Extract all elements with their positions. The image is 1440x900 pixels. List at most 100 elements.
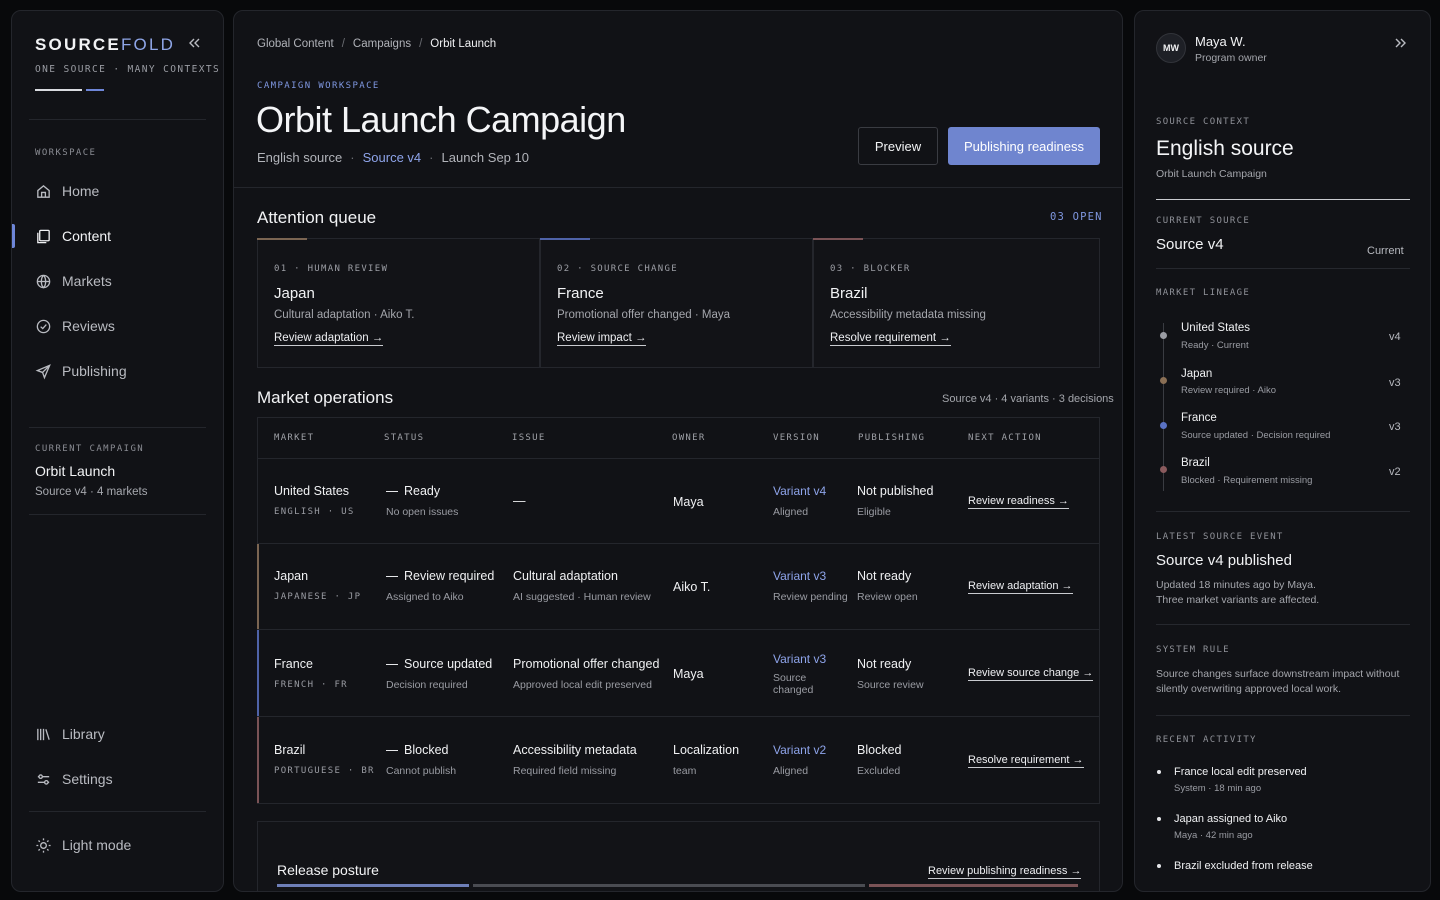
lineage-market[interactable]: France — [1181, 412, 1217, 424]
publishing-detail: Source review — [857, 679, 924, 691]
collapse-sidebar-icon[interactable] — [186, 35, 202, 51]
release-progress-segment — [869, 884, 1078, 887]
issue-label: Cultural adaptation — [513, 569, 618, 583]
nav-content[interactable]: Content — [12, 218, 223, 254]
version-status: Aligned — [773, 506, 809, 518]
current-campaign-name[interactable]: Orbit Launch — [35, 463, 115, 479]
table-row[interactable]: Brazil PORTUGUESE · BR Blocked Cannot publ… — [257, 716, 1099, 803]
resolve-requirement-link[interactable]: Resolve requirement → — [968, 754, 1084, 768]
breadcrumb-global-content[interactable]: Global Content — [257, 38, 334, 50]
review-source-change-link[interactable]: Review source change → — [968, 667, 1094, 681]
card-tag: 03 · BLOCKER — [830, 264, 911, 274]
current-campaign-meta: Source v4 · 4 markets — [35, 486, 148, 498]
publishing-detail: Review open — [857, 591, 918, 603]
column-header-version[interactable]: VERSION — [773, 433, 820, 443]
nav-home[interactable]: Home — [12, 173, 223, 209]
breadcrumb-separator: / — [341, 38, 345, 50]
attention-card-brazil[interactable]: 03 · BLOCKER Brazil Accessibility metada… — [813, 238, 1100, 368]
source-context-title: English source — [1156, 137, 1294, 160]
recent-activity-caption: RECENT ACTIVITY — [1156, 735, 1257, 745]
lineage-market[interactable]: Brazil — [1181, 457, 1210, 469]
activity-bullet — [1157, 864, 1161, 868]
current-campaign-caption: CURRENT CAMPAIGN — [35, 444, 145, 454]
market-lineage-caption: MARKET LINEAGE — [1156, 288, 1251, 298]
card-tag: 02 · SOURCE CHANGE — [557, 264, 678, 274]
send-icon — [35, 363, 51, 379]
attention-card-japan[interactable]: 01 · HUMAN REVIEW Japan Cultural adaptat… — [257, 238, 540, 368]
market-name: France — [274, 657, 313, 671]
review-readiness-link[interactable]: Review readiness → — [968, 495, 1069, 509]
lineage-market[interactable]: United States — [1181, 322, 1250, 334]
market-code: JAPANESE · JP — [274, 592, 362, 602]
nav-settings[interactable]: Settings — [12, 761, 223, 797]
variant-link[interactable]: Variant v3 — [773, 569, 848, 583]
table-row[interactable]: United States ENGLISH · US Ready No open i… — [258, 458, 1099, 543]
owner-name[interactable]: Maya — [673, 495, 704, 509]
nav-publishing[interactable]: Publishing — [12, 353, 223, 389]
brand-logo[interactable]: SOURCEFOLD — [35, 35, 175, 55]
publishing-readiness-button[interactable]: Publishing readiness — [948, 127, 1100, 165]
issue-detail: Approved local edit preserved — [513, 679, 652, 691]
meta-version-link[interactable]: Source v4 — [363, 150, 422, 165]
owner-name[interactable]: Maya — [673, 667, 704, 681]
table-row[interactable]: Japan JAPANESE · JP Review required Assign… — [257, 543, 1099, 629]
market-name: United States — [274, 484, 350, 498]
resolve-requirement-link[interactable]: Resolve requirement → — [830, 332, 951, 346]
operations-meta: Source v4 · 4 variants · 3 decisions — [942, 393, 1114, 405]
divider — [1156, 199, 1410, 200]
avatar[interactable]: MW — [1156, 33, 1186, 63]
nav-library[interactable]: Library — [12, 716, 223, 752]
column-header-status[interactable]: STATUS — [384, 433, 424, 443]
attention-queue-title: Attention queue — [257, 208, 377, 227]
breadcrumb-campaigns[interactable]: Campaigns — [353, 38, 411, 50]
check-circle-icon — [36, 319, 51, 333]
status-dash — [386, 749, 398, 752]
current-source-value: Source v4 — [1156, 236, 1224, 253]
status-label: Review required — [386, 569, 494, 583]
attention-card-france[interactable]: 02 · SOURCE CHANGE France Promotional of… — [540, 238, 813, 368]
release-posture-title: Release posture — [277, 862, 379, 878]
column-header-issue[interactable]: ISSUE — [512, 433, 546, 443]
market-name: Japan — [274, 569, 309, 583]
sun-icon — [36, 837, 51, 853]
market-operations-table: MARKET STATUS ISSUE OWNER VERSION PUBLIS… — [257, 417, 1100, 804]
card-title: Brazil — [830, 285, 868, 302]
review-publishing-readiness-link[interactable]: Review publishing readiness → — [928, 865, 1082, 879]
lineage-node — [1160, 466, 1167, 473]
globe-icon — [36, 274, 51, 289]
column-header-owner[interactable]: OWNER — [672, 433, 706, 443]
breadcrumb-current: Orbit Launch — [430, 38, 497, 50]
lineage-detail: Ready · Current — [1181, 340, 1249, 351]
issue-label: Promotional offer changed — [513, 657, 660, 671]
column-header-next-action[interactable]: NEXT ACTION — [968, 433, 1042, 443]
light-mode-toggle[interactable]: Light mode — [12, 827, 223, 863]
owner-name[interactable]: Localization — [673, 743, 739, 757]
column-header-market[interactable]: MARKET — [274, 433, 314, 443]
activity-title[interactable]: Japan assigned to Aiko — [1174, 813, 1287, 825]
nav-reviews[interactable]: Reviews — [12, 308, 223, 344]
expand-panel-icon[interactable] — [1393, 35, 1409, 51]
divider — [1156, 511, 1410, 512]
lineage-market[interactable]: Japan — [1181, 368, 1212, 380]
review-adaptation-link[interactable]: Review adaptation → — [968, 580, 1073, 594]
user-name: Maya W. — [1195, 34, 1246, 49]
lineage-detail: Review required · Aiko — [1181, 385, 1277, 396]
lineage-version: v3 — [1389, 421, 1401, 433]
issue-label: — — [513, 494, 526, 508]
owner-name[interactable]: Aiko T. — [673, 580, 710, 594]
variant-link[interactable]: Variant v2 — [773, 743, 826, 757]
activity-title[interactable]: France local edit preserved — [1174, 766, 1307, 778]
review-adaptation-link[interactable]: Review adaptation → — [274, 332, 384, 346]
preview-button[interactable]: Preview — [858, 127, 938, 165]
table-row[interactable]: France FRENCH · FR Source updated Decision… — [257, 629, 1099, 716]
review-impact-link[interactable]: Review impact → — [557, 332, 647, 346]
sliders-icon — [37, 773, 50, 785]
variant-link[interactable]: Variant v4 — [773, 484, 826, 498]
column-header-publishing[interactable]: PUBLISHING — [858, 433, 925, 443]
nav-markets[interactable]: Markets — [12, 263, 223, 299]
lineage-node — [1160, 332, 1167, 339]
card-title: Japan — [274, 285, 315, 302]
activity-title[interactable]: Brazil excluded from release — [1174, 860, 1313, 872]
latest-event-line: Three market variants are affected. — [1156, 594, 1320, 606]
variant-link[interactable]: Variant v3 — [773, 652, 843, 666]
